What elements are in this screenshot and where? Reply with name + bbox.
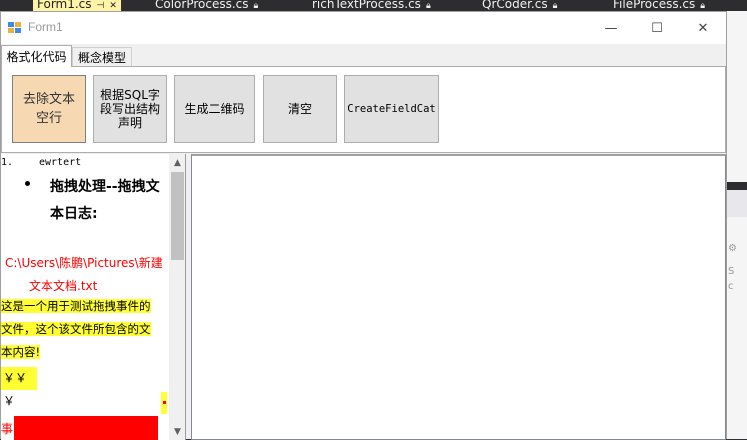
ide-tab-qrcoder[interactable]: QrCoder.cs 🔒︎ bbox=[482, 0, 557, 11]
sql-struct-button[interactable]: 根据SQL字段写出结构声明 bbox=[93, 75, 167, 143]
yen-text: ￥￥￥ bbox=[1, 367, 37, 408]
window-title: Form1 bbox=[28, 20, 63, 34]
lock-icon: 🔒︎ bbox=[552, 1, 558, 11]
ide-tab-form1[interactable]: Form1.cs ⊣ ✕ bbox=[33, 0, 121, 11]
numbered-line: 1. ewrtert bbox=[1, 157, 82, 168]
red-char: 事 bbox=[1, 422, 14, 436]
clear-button[interactable]: 清空 bbox=[263, 75, 337, 143]
maximize-button[interactable]: ☐ bbox=[634, 12, 680, 44]
winforms-app-icon bbox=[8, 22, 22, 34]
ide-panel-glyph: ⚙ bbox=[728, 243, 737, 254]
scrollbar-thumb[interactable] bbox=[171, 172, 184, 260]
tab-format-code[interactable]: 格式化代码 bbox=[1, 45, 72, 67]
ide-panel-letter: c bbox=[728, 281, 734, 292]
minimize-button[interactable]: — bbox=[588, 12, 634, 44]
lock-icon: 🔒︎ bbox=[425, 1, 431, 11]
lock-icon: 🔒︎ bbox=[700, 1, 706, 11]
ide-tab-strip: Form1.cs ⊣ ✕ ColorProcess.cs 🔒︎ richTextPro… bbox=[0, 0, 747, 11]
vertical-scrollbar[interactable]: ▲ ▼ bbox=[169, 154, 185, 440]
maximize-icon: ☐ bbox=[651, 20, 663, 36]
drag-log-heading: 拖拽处理--拖拽文本日志: bbox=[50, 179, 160, 222]
bullet-icon bbox=[25, 181, 30, 186]
tab-control: 格式化代码 概念模型 bbox=[1, 45, 726, 67]
minimize-icon: — bbox=[604, 20, 618, 36]
create-field-cat-button[interactable]: CreateFieldCat bbox=[344, 75, 439, 143]
close-button[interactable]: ✕ bbox=[680, 12, 726, 44]
ide-tab-richtextprocess[interactable]: richTextProcess.cs 🔒︎ bbox=[312, 0, 431, 11]
tab-concept-model[interactable]: 概念模型 bbox=[72, 47, 132, 67]
red-highlight-block bbox=[14, 416, 158, 440]
form-window: Form1 — ☐ ✕ 格式化代码 概念模型 去除文本空行 根据SQL字段写出结… bbox=[0, 11, 727, 440]
output-text-box[interactable] bbox=[191, 154, 726, 440]
file-path-text: C:\Users\陈鹏\Pictures\新建 文本文档.txt bbox=[5, 256, 163, 293]
ide-panel-letter: S bbox=[728, 266, 735, 277]
highlighted-content: 这是一个用于测试拖拽事件的 文件，这个该文件所包含的文 本内容! bbox=[1, 299, 151, 359]
remove-blank-lines-button[interactable]: 去除文本空行 bbox=[12, 75, 86, 143]
close-icon[interactable]: ✕ bbox=[109, 1, 117, 11]
ide-panel-header bbox=[727, 182, 747, 217]
tab-page-format-code: 去除文本空行 根据SQL字段写出结构声明 生成二维码 清空 CreateFiel… bbox=[1, 66, 726, 153]
generate-qrcode-button[interactable]: 生成二维码 bbox=[174, 75, 255, 143]
close-icon: ✕ bbox=[697, 20, 709, 36]
pin-icon[interactable]: ⊣ bbox=[97, 1, 105, 11]
rich-text-box[interactable]: 1. ewrtert 拖拽处理--拖拽文本日志: C:\Users\陈鹏\Pict… bbox=[1, 154, 186, 440]
scroll-down-icon[interactable]: ▼ bbox=[169, 423, 185, 440]
scroll-up-icon[interactable]: ▲ bbox=[169, 154, 185, 171]
title-bar[interactable]: Form1 — ☐ ✕ bbox=[1, 12, 726, 44]
ide-tab-fileprocess[interactable]: FileProcess.cs 🔒︎ bbox=[613, 0, 705, 11]
ide-background-panel: ⚙ S c bbox=[727, 11, 747, 439]
lock-icon: 🔒︎ bbox=[253, 1, 259, 11]
ide-tab-colorprocess[interactable]: ColorProcess.cs 🔒︎ bbox=[155, 0, 258, 11]
highlight-mark bbox=[161, 392, 167, 414]
